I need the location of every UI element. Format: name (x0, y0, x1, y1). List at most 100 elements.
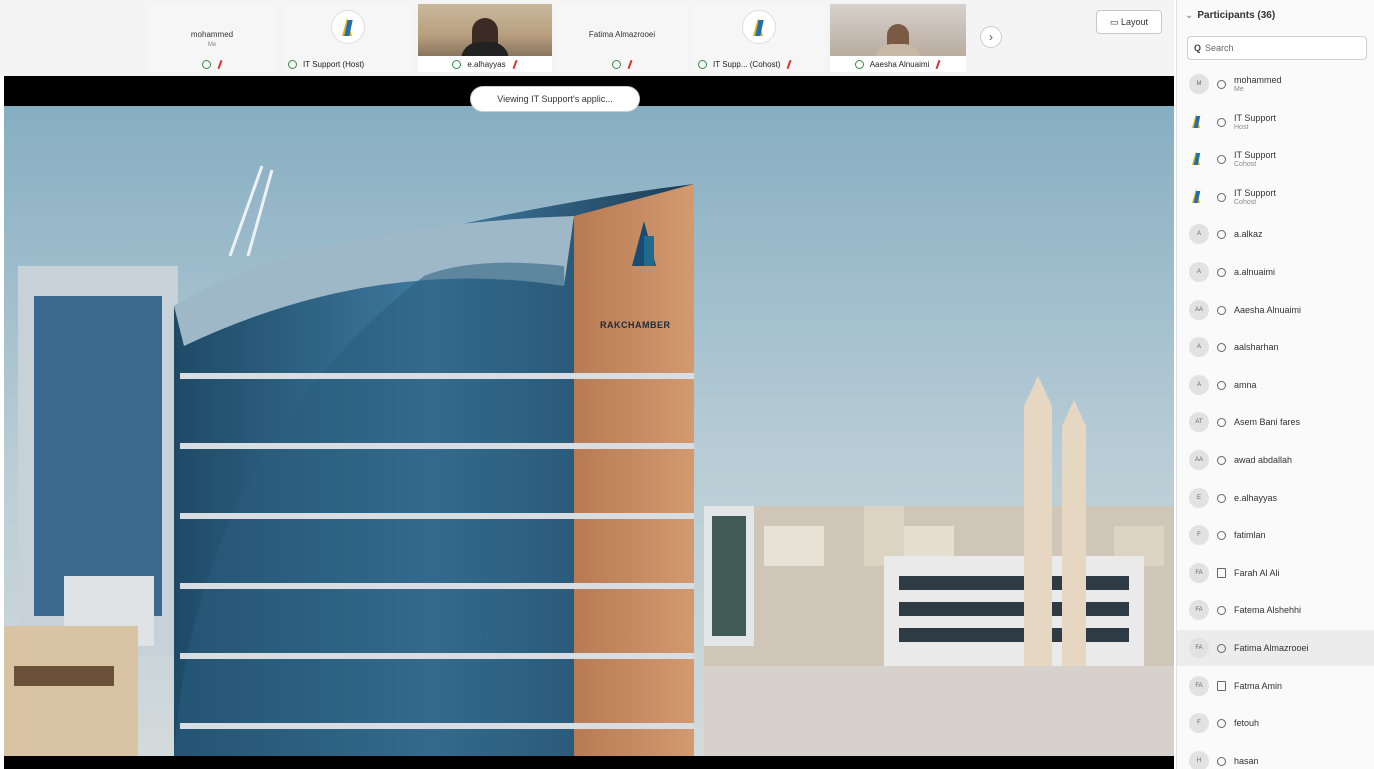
search-placeholder: Search (1205, 43, 1234, 53)
participant-row[interactable]: FA Fatma Amin (1177, 668, 1374, 704)
shared-screen: RAKCHAMBER (4, 76, 1174, 769)
mic-icon (854, 59, 864, 69)
participant-name: Fatma Amin (1234, 681, 1283, 691)
tile-label: IT Support (Host) (303, 59, 365, 69)
mic-muted-icon (217, 60, 223, 69)
participant-text: e.alhayyas (1234, 493, 1277, 503)
participant-row[interactable]: Aa.alkaz (1177, 216, 1374, 252)
participant-name: e.alhayyas (1234, 493, 1278, 503)
participant-text: fatimlan (1234, 530, 1266, 540)
participant-text: amna (1234, 380, 1257, 390)
participant-text: IT Support Host (1234, 113, 1276, 131)
participant-text: Fatima Almazrooei (1234, 643, 1309, 653)
participant-avatar: A (1189, 375, 1209, 395)
participant-name: awad abdallah (1234, 455, 1293, 465)
participant-avatar: FA (1189, 600, 1209, 620)
video-tile-it-support-host[interactable]: IT Support (Host) (282, 4, 414, 72)
participant-row[interactable]: AA awad abdallah (1177, 442, 1374, 478)
participant-name: Fatima Almazrooei (1234, 643, 1309, 653)
mic-icon (1217, 229, 1226, 239)
participant-row[interactable]: Aaalsharhan (1177, 329, 1374, 365)
tile-label: Aaesha Alnuaimi (869, 59, 930, 69)
participant-name: IT Support (1234, 188, 1276, 198)
participant-logo-avatar (1189, 112, 1209, 132)
mic-icon (1217, 380, 1226, 390)
mic-icon (1217, 117, 1226, 127)
participant-avatar: A (1189, 337, 1209, 357)
participant-row[interactable]: Mmohammed Me (1177, 66, 1374, 102)
participants-header[interactable]: ⌄ Participants (36) (1185, 10, 1275, 21)
participant-avatar: F (1189, 525, 1209, 545)
participants-title: Participants (36) (1197, 10, 1276, 21)
participant-avatar: M (1189, 74, 1209, 94)
participant-row[interactable]: Ffetouh (1177, 705, 1374, 741)
participant-text: a.alnuaimi (1234, 267, 1275, 277)
participant-row[interactable]: IT Support Cohost (1177, 141, 1374, 177)
participants-panel: ⌄ Participants (36) Q Search Mmohammed Me IT… (1176, 0, 1374, 769)
tile-status-bar: e.alhayyas (418, 56, 552, 72)
mic-muted-icon (627, 60, 633, 69)
tile-status-bar: Aaesha Alnuaimi (830, 56, 966, 72)
tile-label: IT Supp... (Cohost) (713, 59, 781, 69)
chevron-right-icon: › (989, 30, 993, 44)
participant-row[interactable]: FA Farah Al Ali (1177, 555, 1374, 591)
participant-row[interactable]: Aa.alnuaimi (1177, 254, 1374, 290)
participant-row[interactable]: FA Fatema Alshehhi (1177, 592, 1374, 628)
participant-row[interactable]: Ee.alhayyas (1177, 480, 1374, 516)
tile-status-bar: IT Supp... (Cohost) (692, 56, 826, 72)
tile-name: Fatima Almazrooei (588, 30, 656, 39)
camera-feed (418, 4, 552, 60)
video-tile-fatima-almazrooei[interactable]: Fatima Almazrooei (556, 4, 688, 72)
participant-video-strip: mohammed Me IT Support (Host) e.alhayyas… (0, 0, 1174, 76)
participant-row[interactable]: FA Fatima Almazrooei (1177, 630, 1374, 666)
participant-name: amna (1234, 380, 1257, 390)
participant-text: Fatema Alshehhi (1234, 605, 1301, 615)
participant-row[interactable]: AT Asem Bani fares (1177, 404, 1374, 440)
video-tile-it-support-cohost[interactable]: IT Supp... (Cohost) (692, 4, 826, 72)
viewing-share-banner[interactable]: Viewing IT Support's applic... (470, 86, 640, 112)
next-page-button[interactable]: › (980, 26, 1002, 48)
participant-avatar: AT (1189, 412, 1209, 432)
participant-row[interactable]: Ffatimlan (1177, 517, 1374, 553)
participant-row[interactable]: IT Support Host (1177, 104, 1374, 140)
participant-row[interactable]: AA Aaesha Alnuaimi (1177, 292, 1374, 328)
tile-sub: Me (207, 42, 217, 48)
participant-text: aalsharhan (1234, 342, 1279, 352)
tile-status-bar: IT Support (Host) (282, 56, 414, 72)
mic-icon (1217, 154, 1226, 164)
mic-icon (201, 59, 211, 69)
participant-name: fetouh (1234, 718, 1260, 728)
layout-button[interactable]: ▭ Layout (1096, 10, 1162, 34)
layout-icon: ▭ (1109, 17, 1121, 27)
mic-icon (1217, 455, 1226, 465)
participant-name: aalsharhan (1234, 342, 1279, 352)
participant-text: a.alkaz (1234, 229, 1263, 239)
participant-row[interactable]: IT Support Cohost (1177, 179, 1374, 215)
participant-text: Aaesha Alnuaimi (1234, 305, 1301, 315)
mic-icon (1217, 605, 1226, 615)
mic-icon (1217, 643, 1226, 653)
participant-name: Aaesha Alnuaimi (1234, 305, 1302, 315)
participant-name: Fatema Alshehhi (1234, 605, 1302, 615)
device-icon (1217, 568, 1226, 578)
video-tile-e-alhayyas[interactable]: e.alhayyas (418, 4, 552, 72)
participant-name: IT Support (1234, 150, 1276, 160)
participant-row[interactable]: Hhasan (1177, 743, 1374, 769)
mic-muted-icon (935, 60, 941, 69)
participant-logo-avatar (1189, 187, 1209, 207)
participant-text: Fatma Amin (1234, 681, 1282, 691)
participant-row[interactable]: Aamna (1177, 367, 1374, 403)
video-tile-mohammed[interactable]: mohammed Me (146, 4, 278, 72)
participant-name: a.alnuaimi (1234, 267, 1276, 277)
video-tile-aaesha-alnuaimi[interactable]: Aaesha Alnuaimi (830, 4, 966, 72)
participant-name: fatimlan (1234, 530, 1266, 540)
mic-icon (1217, 267, 1226, 277)
layout-label: Layout (1120, 17, 1149, 27)
participant-search-input[interactable]: Q Search (1187, 36, 1367, 60)
participant-name: mohammed (1234, 75, 1282, 85)
mic-icon (698, 59, 707, 69)
participant-avatar: FA (1189, 563, 1209, 583)
participant-avatar: A (1189, 262, 1209, 282)
participant-avatar: H (1189, 751, 1209, 769)
participant-text: fetouh (1234, 718, 1259, 728)
